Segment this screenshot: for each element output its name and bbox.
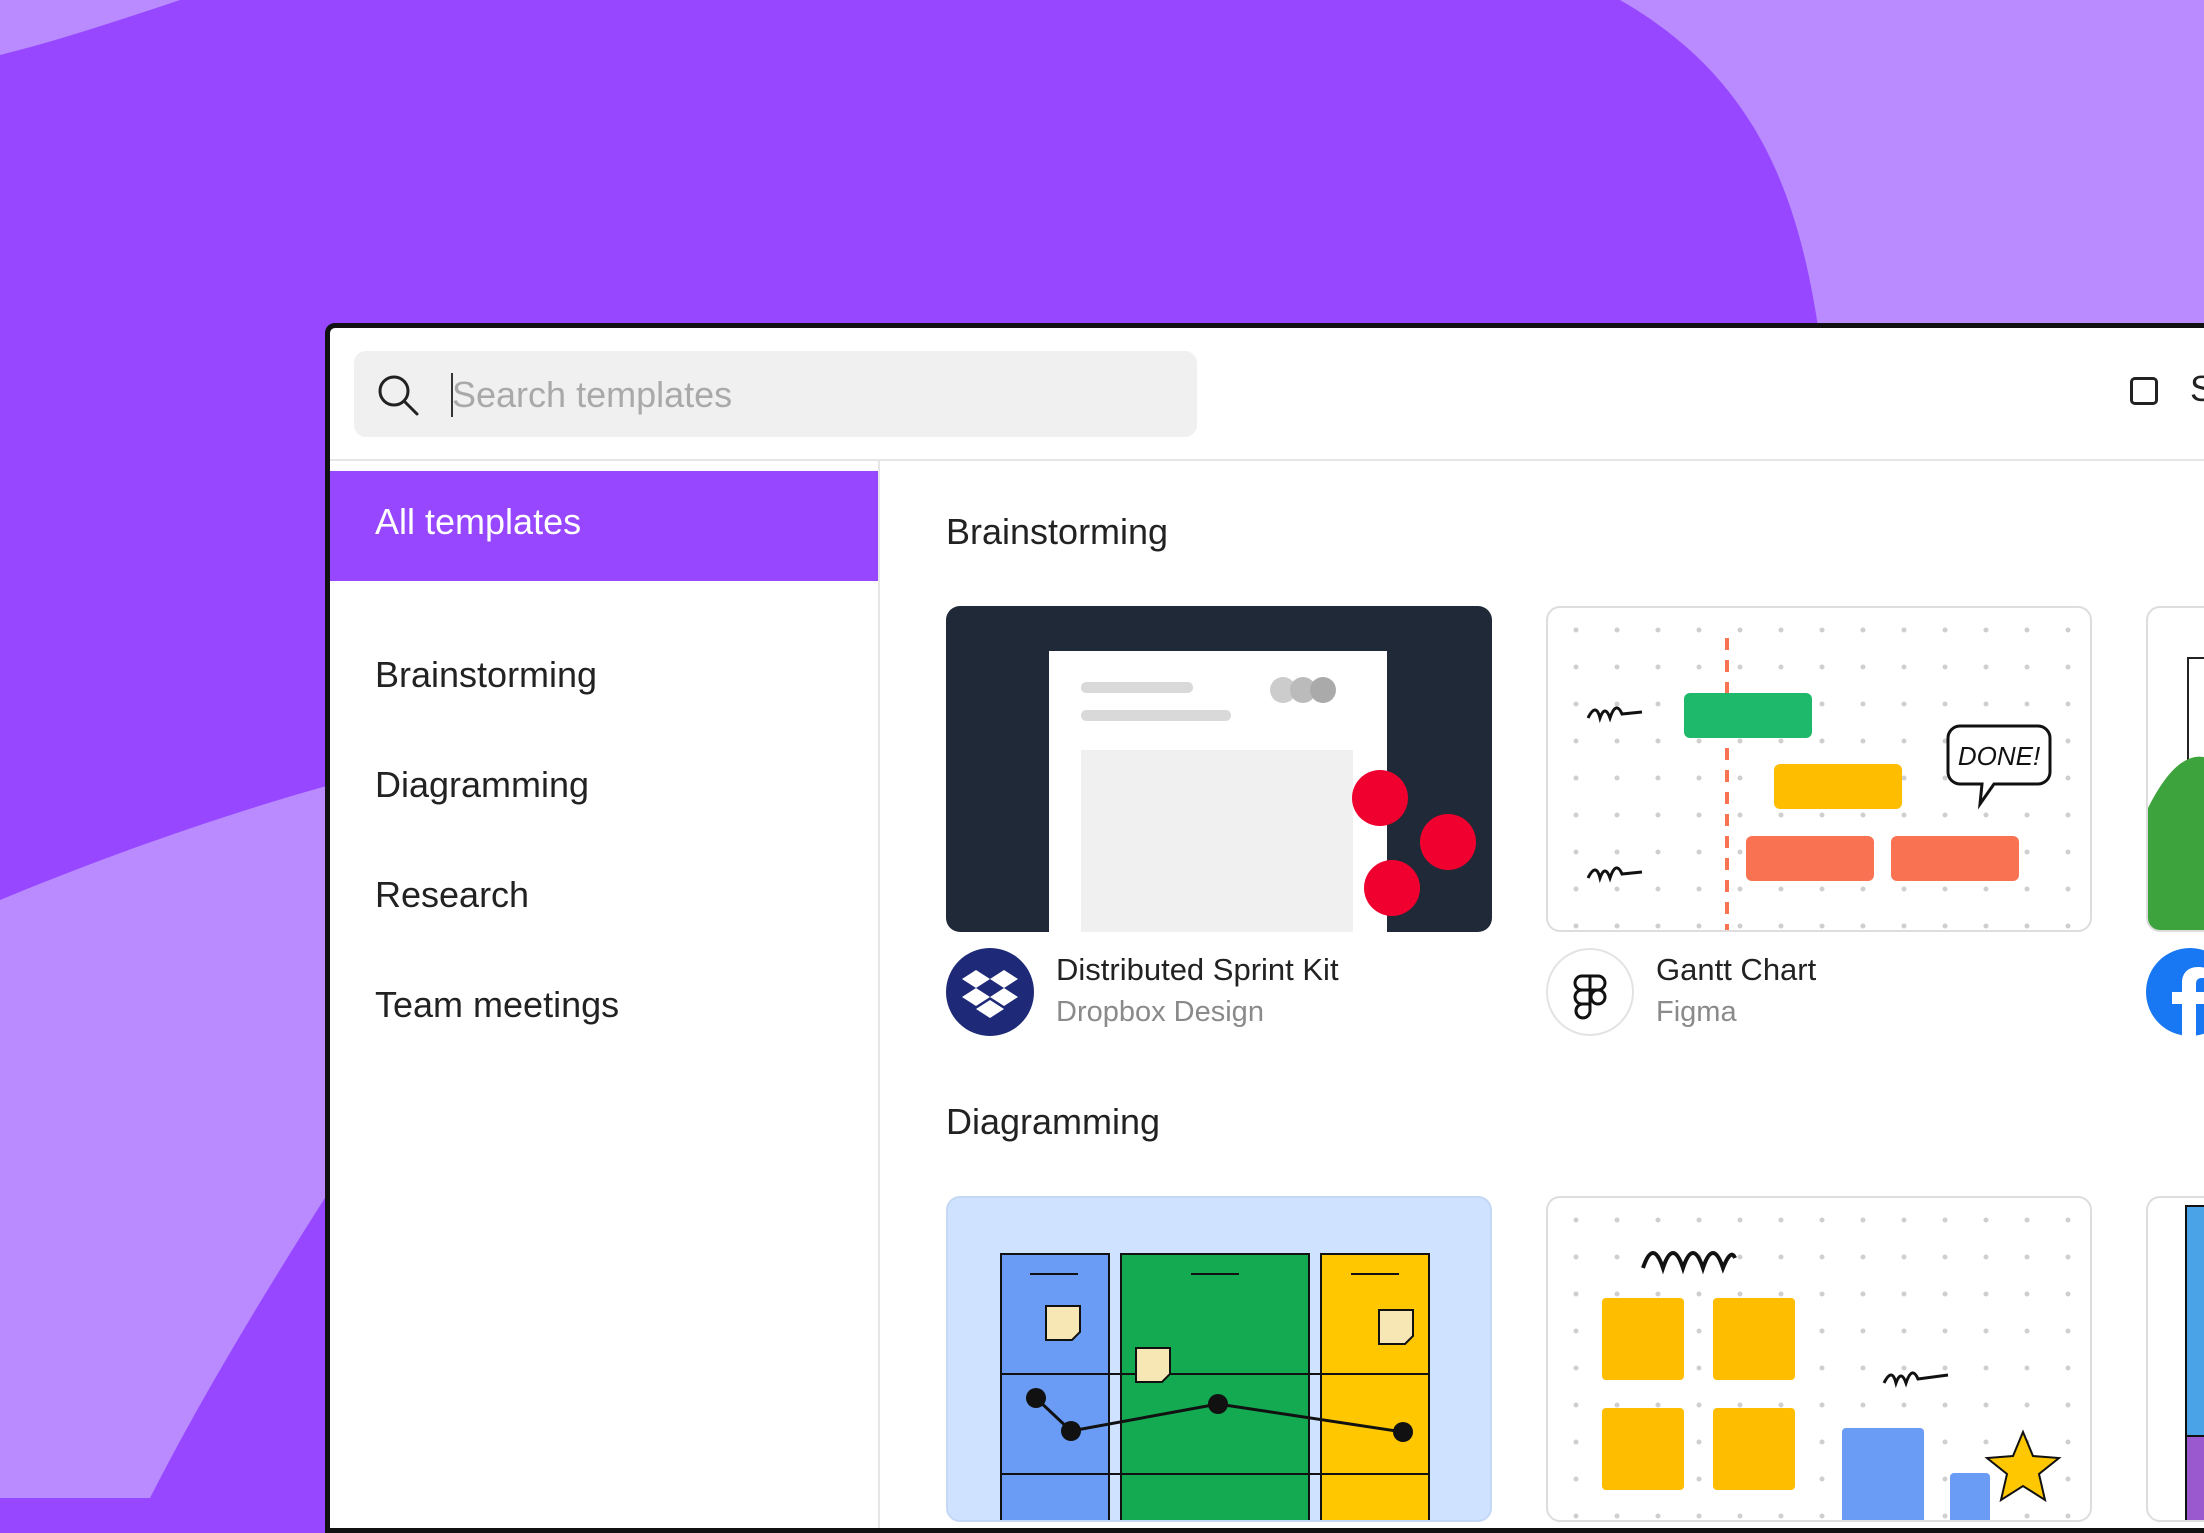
sidebar-item-label: Research	[375, 874, 530, 915]
sidebar-item-research[interactable]: Research	[330, 844, 878, 954]
template-card-meta: Gantt Chart Figma	[1546, 948, 2092, 1038]
sidebar-item-label: Brainstorming	[375, 654, 598, 695]
search-icon	[378, 375, 419, 416]
dropbox-icon	[946, 948, 1034, 1036]
template-card-thumbnail[interactable]	[946, 1196, 1492, 1522]
template-title: Distributed Sprint Kit	[1056, 952, 1339, 987]
template-picker-window: S All templates Brainstorming Diagrammin…	[325, 323, 2204, 1533]
sidebar-item-diagramming[interactable]: Diagramming	[330, 734, 878, 844]
template-author: Dropbox Design	[1056, 996, 1264, 1028]
text-cursor	[451, 373, 453, 417]
diagram-thumbnail	[2185, 1205, 2204, 1520]
template-card-thumbnail[interactable]	[946, 606, 1492, 932]
template-card-meta	[2146, 948, 2204, 1038]
sidebar-item-brainstorming[interactable]: Brainstorming	[330, 624, 878, 734]
sidebar-item-all-templates[interactable]: All templates	[330, 471, 878, 581]
search-input[interactable]	[450, 365, 1154, 425]
sidebar-item-label: All templates	[375, 501, 582, 542]
done-callout-text: DONE!	[1958, 741, 2040, 771]
gantt-thumbnail: DONE!	[1573, 627, 2071, 930]
facebook-icon	[2146, 948, 2204, 1036]
template-card-thumbnail[interactable]	[1546, 1196, 2092, 1522]
template-card-thumbnail[interactable]: DONE!	[1546, 606, 2092, 932]
template-card-meta: Distributed Sprint Kit Dropbox Design	[946, 948, 1492, 1038]
sidebar-item-team-meetings[interactable]: Team meetings	[330, 954, 878, 1064]
category-sidebar: All templates Brainstorming Diagramming …	[330, 461, 880, 1528]
figma-icon	[1546, 948, 1634, 1036]
sidebar-item-label: Team meetings	[375, 984, 620, 1025]
template-card-thumbnail[interactable]	[2146, 1196, 2204, 1522]
search-box[interactable]	[354, 351, 1197, 437]
topbar-checkbox[interactable]	[2130, 377, 2158, 405]
template-title: Gantt Chart	[1656, 952, 1817, 987]
diagram-thumbnail	[1000, 1253, 1430, 1520]
sidebar-item-label: Diagramming	[375, 764, 590, 805]
section-title-brainstorming: Brainstorming	[946, 511, 1169, 552]
template-gallery: Brainstorming Distributed Sprint Kit Dro…	[880, 461, 2204, 1528]
topbar: S	[330, 328, 2204, 461]
diagram-thumbnail	[1573, 1217, 2071, 1520]
section-title-diagramming: Diagramming	[946, 1101, 1161, 1142]
sprint-kit-thumbnail	[1049, 651, 1476, 932]
template-card-thumbnail[interactable]	[2146, 606, 2204, 932]
template-thumbnail	[2148, 657, 2204, 930]
template-author: Figma	[1656, 996, 1737, 1028]
topbar-checkbox-label: S	[2190, 368, 2204, 410]
